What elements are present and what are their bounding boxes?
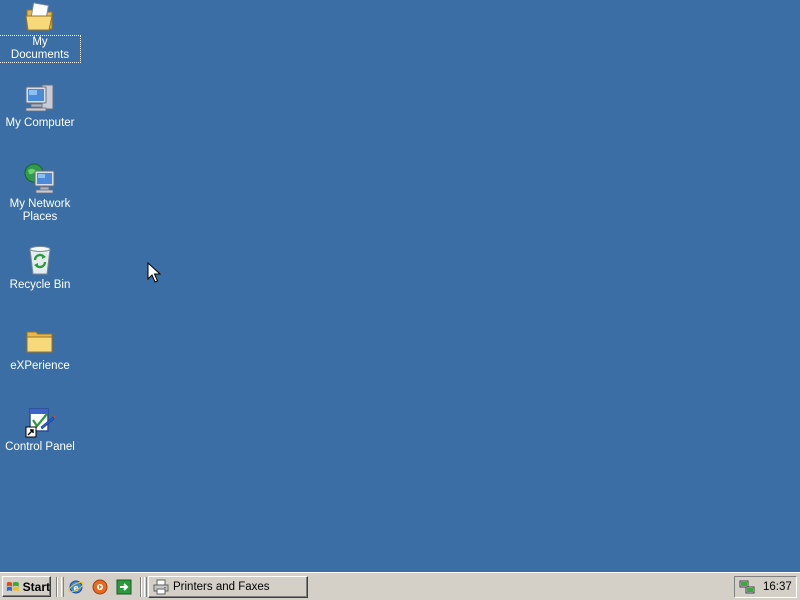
folder-icon [26, 331, 53, 353]
show-desktop-icon[interactable] [116, 579, 132, 595]
desktop-icon-my-network-places[interactable]: My Network Places [0, 162, 80, 224]
computer-icon [25, 84, 54, 112]
system-tray: 16:37 [734, 576, 797, 598]
control-panel-shortcut-icon [25, 408, 56, 438]
desktop-icon-my-computer[interactable]: My Computer [0, 81, 80, 130]
desktop-icon-my-documents[interactable]: My Documents [0, 0, 81, 63]
taskbar: Start e Printers and Faxes 16:37 [0, 572, 800, 600]
desktop-icon-label: My Network Places [9, 198, 71, 223]
desktop[interactable]: My Documents My Computer My Network Plac… [0, 0, 800, 572]
printer-icon [153, 579, 169, 595]
desktop-icon-recycle-bin[interactable]: Recycle Bin [0, 243, 80, 292]
desktop-icon-label: My Computer [5, 117, 75, 129]
desktop-icon-label: Control Panel [5, 441, 75, 453]
recycle-bin-icon [29, 246, 51, 275]
task-list-grip[interactable] [144, 577, 147, 597]
clock[interactable]: 16:37 [763, 581, 792, 593]
task-button-label: Printers and Faxes [173, 581, 270, 593]
desktop-icon-control-panel[interactable]: Control Panel [0, 405, 80, 454]
quick-launch-grip[interactable] [61, 577, 64, 597]
windows-flag-icon [6, 581, 19, 591]
start-button-label: Start [22, 579, 50, 594]
desktop-icon-label: Recycle Bin [9, 279, 71, 291]
desktop-icon-experience[interactable]: eXPerience [0, 324, 80, 373]
desktop-icon-label: eXPerience [10, 360, 70, 372]
taskbar-separator [140, 577, 142, 597]
network-places-icon [24, 163, 55, 194]
desktop-icon-label: My Documents [0, 35, 81, 63]
network-connection-icon[interactable] [739, 579, 755, 595]
documents-folder-icon [25, 2, 53, 31]
task-button-printers-and-faxes[interactable]: Printers and Faxes [148, 576, 308, 598]
media-player-icon[interactable] [92, 579, 108, 595]
internet-explorer-icon[interactable]: e [68, 579, 84, 595]
start-button[interactable]: Start [2, 576, 51, 597]
taskbar-separator [56, 577, 58, 597]
mouse-cursor-icon [147, 262, 161, 283]
